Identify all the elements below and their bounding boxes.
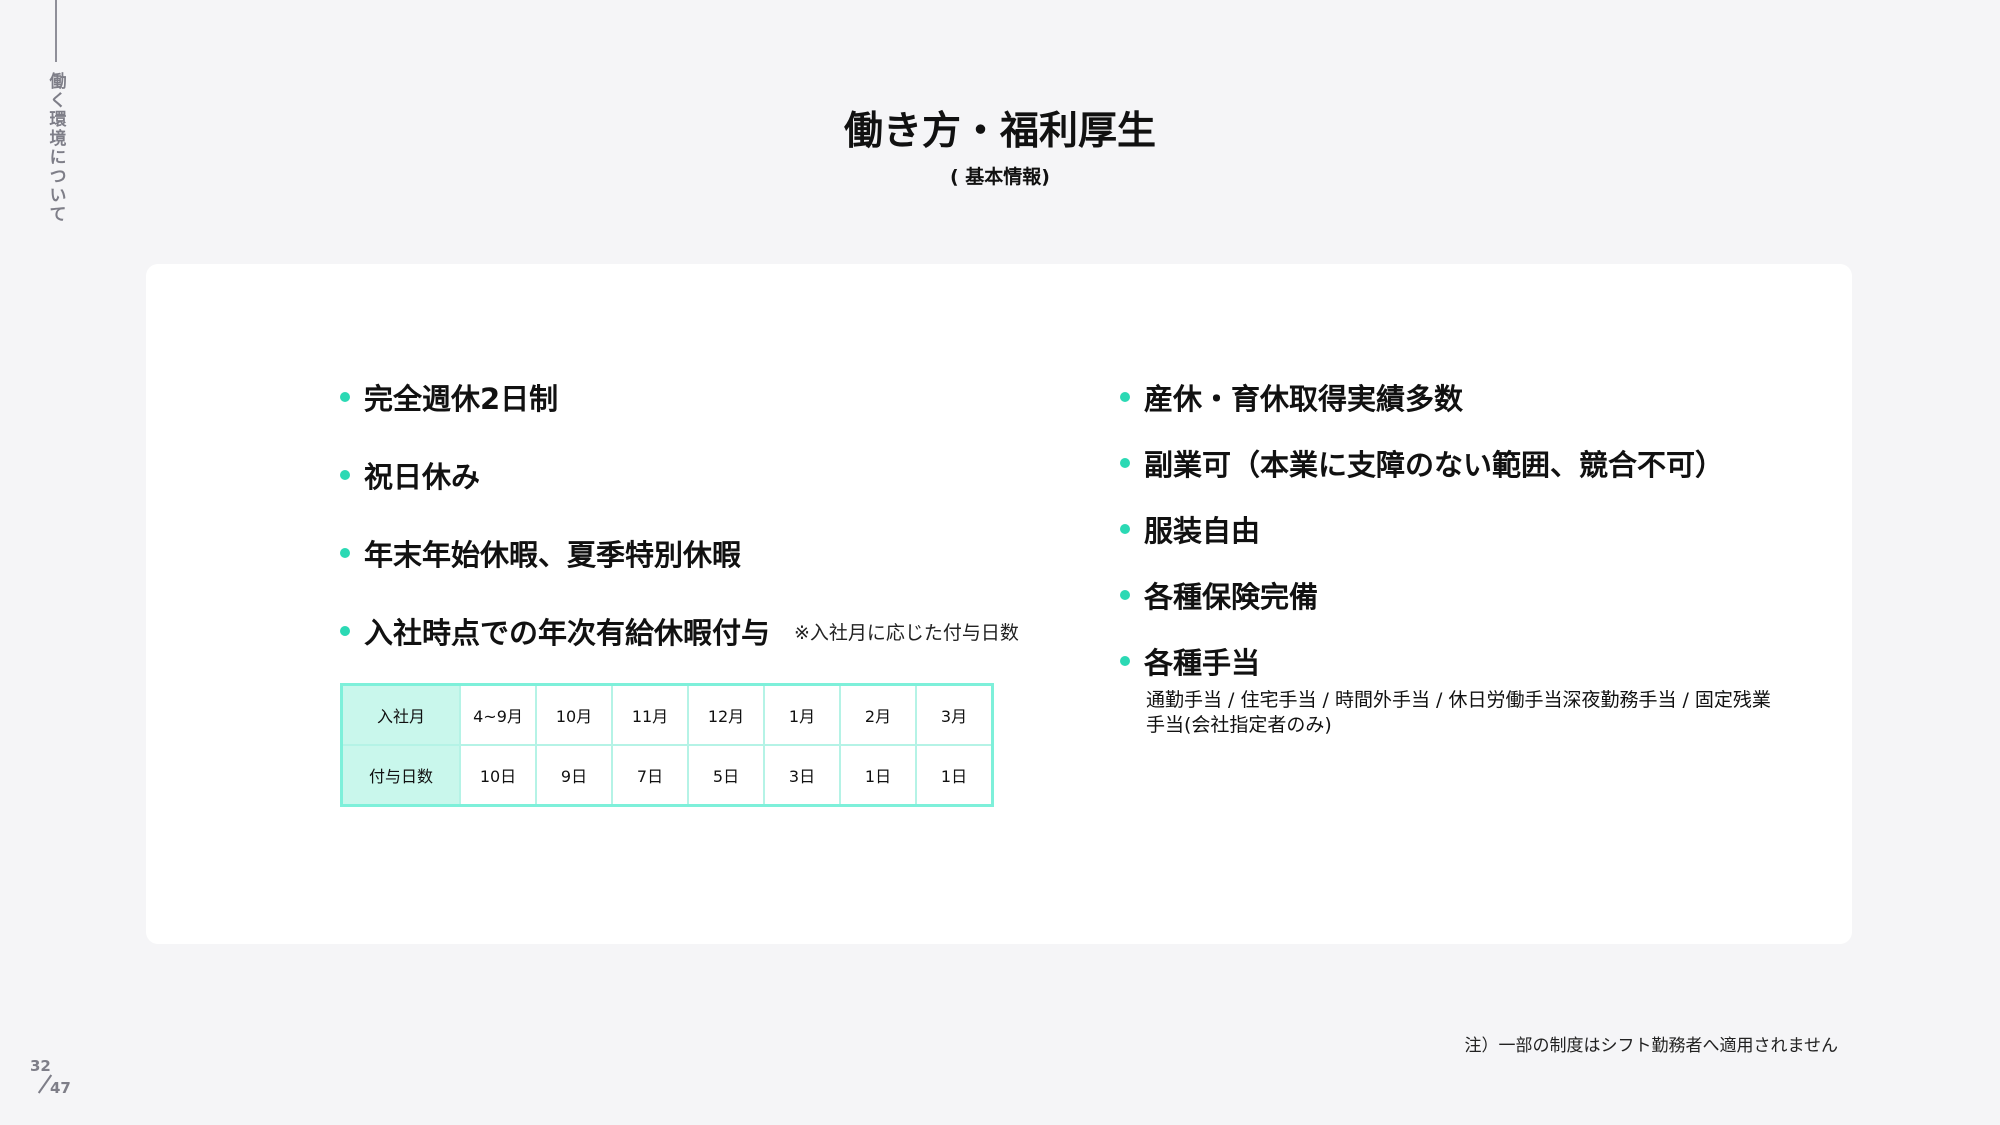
side-divider-line — [55, 0, 57, 62]
list-item-label: 産休・育休取得実績多数 — [1144, 382, 1464, 416]
list-item: 産休・育休取得実績多数 — [1120, 376, 1780, 442]
row-header-days: 付与日数 — [340, 744, 461, 807]
bullet-icon — [340, 548, 350, 558]
month-cell: 3月 — [915, 683, 994, 746]
footnote: 注）一部の制度はシフト勤務者へ適用されません — [1464, 1036, 1839, 1056]
row-header-month: 入社月 — [340, 683, 461, 746]
days-cell: 7日 — [611, 744, 689, 807]
list-item-label: 各種保険完備 — [1144, 580, 1319, 614]
bullet-icon — [1120, 656, 1130, 666]
days-cell: 3日 — [763, 744, 841, 807]
list-item-label: 入社時点での年次有給休暇付与 — [364, 616, 771, 650]
month-cell: 2月 — [839, 683, 917, 746]
bullet-icon — [1120, 524, 1130, 534]
table-row: 入社月 4~9月 10月 11月 12月 1月 2月 3月 — [340, 683, 994, 746]
list-item: 年末年始休暇、夏季特別休暇 — [340, 532, 1040, 610]
month-cell: 11月 — [611, 683, 689, 746]
page-subtitle: ( 基本情報) — [950, 166, 1050, 188]
list-item-label: 服装自由 — [1144, 514, 1261, 548]
page-title: 働き方・福利厚生 — [843, 109, 1156, 154]
table-row: 付与日数 10日 9日 7日 5日 3日 1日 1日 — [340, 744, 994, 807]
month-cell: 4~9月 — [459, 683, 537, 746]
days-cell: 1日 — [839, 744, 917, 807]
bullet-icon — [340, 470, 350, 480]
page-current: 32 — [30, 1057, 51, 1075]
month-cell: 12月 — [687, 683, 765, 746]
days-cell: 9日 — [535, 744, 613, 807]
list-item: 服装自由 — [1120, 508, 1780, 574]
page-number: 32 47 — [30, 1057, 80, 1101]
days-cell: 10日 — [459, 744, 537, 807]
month-cell: 1月 — [763, 683, 841, 746]
days-cell: 1日 — [915, 744, 994, 807]
list-item: 各種保険完備 — [1120, 574, 1780, 640]
bullet-icon — [340, 626, 350, 636]
list-item: 完全週休2日制 — [340, 376, 1040, 454]
bullet-icon — [1120, 590, 1130, 600]
list-item: 祝日休み — [340, 454, 1040, 532]
list-item: 副業可（本業に支障のない範囲、競合不可） — [1120, 442, 1780, 508]
left-benefit-list: 完全週休2日制 祝日休み 年末年始休暇、夏季特別休暇 入社時点での年次有給休暇付… — [340, 376, 1040, 688]
list-item: 各種手当 通勤手当 / 住宅手当 / 時間外手当 / 休日労働手当深夜勤務手当 … — [1120, 640, 1780, 736]
bullet-icon — [1120, 458, 1130, 468]
list-item-label: 完全週休2日制 — [364, 382, 559, 416]
list-item-label: 祝日休み — [364, 460, 481, 494]
days-cell: 5日 — [687, 744, 765, 807]
leave-grant-table: 入社月 4~9月 10月 11月 12月 1月 2月 3月 付与日数 10日 9… — [340, 683, 994, 807]
page-total: 47 — [50, 1079, 71, 1097]
list-item-label: 年末年始休暇、夏季特別休暇 — [364, 538, 742, 572]
bullet-icon — [340, 392, 350, 402]
allowance-detail: 通勤手当 / 住宅手当 / 時間外手当 / 休日労働手当深夜勤務手当 / 固定残… — [1146, 689, 1771, 736]
grant-note: ※入社月に応じた付与日数 — [794, 621, 1019, 644]
list-item: 入社時点での年次有給休暇付与 ※入社月に応じた付与日数 — [340, 610, 1040, 688]
right-benefit-list: 産休・育休取得実績多数 副業可（本業に支障のない範囲、競合不可） 服装自由 各種… — [1120, 376, 1780, 736]
bullet-icon — [1120, 392, 1130, 402]
month-cell: 10月 — [535, 683, 613, 746]
list-item-label: 副業可（本業に支障のない範囲、競合不可） — [1144, 448, 1725, 482]
list-item-label: 各種手当 — [1144, 646, 1261, 680]
